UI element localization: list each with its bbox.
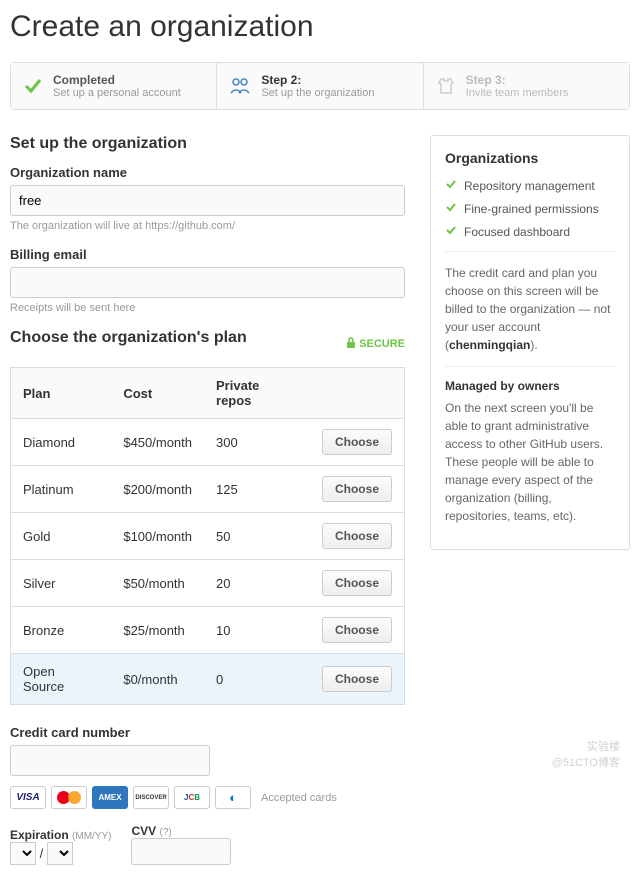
sidebar-title: Organizations — [445, 150, 615, 166]
plan-name: Silver — [11, 560, 112, 607]
organization-icon — [229, 75, 251, 97]
plan-name: Gold — [11, 513, 112, 560]
step-sub: Set up a personal account — [53, 87, 181, 99]
plan-cost: $25/month — [111, 607, 204, 654]
accepted-cards: VISA AMEX DISCOVER JCB ◐ Accepted cards — [10, 786, 405, 809]
check-icon — [445, 224, 457, 239]
discover-icon: DISCOVER — [133, 786, 169, 809]
lock-icon — [346, 337, 356, 352]
check-icon — [445, 178, 457, 193]
step-2: Step 2:Set up the organization — [217, 63, 423, 109]
col-action — [310, 368, 405, 419]
jersey-icon — [436, 76, 456, 96]
plan-repos: 50 — [204, 513, 310, 560]
secure-badge: SECURE — [346, 337, 405, 352]
plan-cost: $50/month — [111, 560, 204, 607]
col-plan: Plan — [11, 368, 112, 419]
managed-title: Managed by owners — [445, 379, 560, 393]
plan-name: Diamond — [11, 419, 112, 466]
step-title: Step 3: — [466, 73, 569, 87]
table-row: Silver$50/month20 Choose — [11, 560, 405, 607]
choose-button[interactable]: Choose — [322, 523, 392, 549]
step-sub: Set up the organization — [261, 87, 374, 99]
section-heading: Set up the organization — [10, 135, 405, 153]
check-icon — [445, 201, 457, 216]
plan-cost: $0/month — [111, 654, 204, 705]
billing-email-label: Billing email — [10, 247, 405, 262]
diners-icon: ◐ — [215, 786, 251, 809]
exp-month-select[interactable] — [10, 842, 36, 865]
organizations-sidebar: Organizations Repository management Fine-… — [430, 135, 630, 550]
step-1: CompletedSet up a personal account — [11, 63, 217, 109]
page-title: Create an organization — [10, 10, 630, 44]
col-repos: Private repos — [204, 368, 310, 419]
plan-repos: 125 — [204, 466, 310, 513]
plans-heading: Choose the organization's plan — [10, 329, 247, 347]
plan-cost: $100/month — [111, 513, 204, 560]
choose-button[interactable]: Choose — [322, 429, 392, 455]
accepted-label: Accepted cards — [261, 792, 337, 804]
table-row: Diamond$450/month300 Choose — [11, 419, 405, 466]
plan-repos: 0 — [204, 654, 310, 705]
plans-table: Plan Cost Private repos Diamond$450/mont… — [10, 367, 405, 705]
exp-year-select[interactable] — [47, 842, 73, 865]
feature-item: Fine-grained permissions — [445, 201, 615, 216]
step-3: Step 3:Invite team members — [424, 63, 629, 109]
cvv-label: CVV (?) — [131, 824, 231, 838]
table-row: Gold$100/month50 Choose — [11, 513, 405, 560]
expiration-label: Expiration (MM/YY) — [10, 828, 111, 842]
amex-icon: AMEX — [92, 786, 128, 809]
table-row: Bronze$25/month10 Choose — [11, 607, 405, 654]
managed-text: On the next screen you'll be able to gra… — [445, 399, 615, 525]
cvv-input[interactable] — [131, 838, 231, 865]
watermark: 实验楼@51CTO博客 — [552, 738, 620, 770]
step-sub: Invite team members — [466, 87, 569, 99]
feature-item: Focused dashboard — [445, 224, 615, 239]
col-cost: Cost — [111, 368, 204, 419]
plan-repos: 20 — [204, 560, 310, 607]
billing-email-input[interactable] — [10, 267, 405, 298]
choose-button[interactable]: Choose — [322, 617, 392, 643]
cc-number-label: Credit card number — [10, 725, 405, 740]
choose-button[interactable]: Choose — [322, 666, 392, 692]
plan-name: Bronze — [11, 607, 112, 654]
cc-number-input[interactable] — [10, 745, 210, 776]
visa-icon: VISA — [10, 786, 46, 809]
org-name-label: Organization name — [10, 165, 405, 180]
plan-cost: $450/month — [111, 419, 204, 466]
billing-note: The credit card and plan you choose on t… — [445, 264, 615, 354]
plan-name: Open Source — [11, 654, 112, 705]
choose-button[interactable]: Choose — [322, 570, 392, 596]
plan-repos: 300 — [204, 419, 310, 466]
plan-cost: $200/month — [111, 466, 204, 513]
plan-name: Platinum — [11, 466, 112, 513]
mastercard-icon — [51, 786, 87, 809]
table-row: Open Source$0/month0 Choose — [11, 654, 405, 705]
jcb-icon: JCB — [174, 786, 210, 809]
step-title: Step 2: — [261, 73, 374, 87]
feature-item: Repository management — [445, 178, 615, 193]
steps-nav: CompletedSet up a personal account Step … — [10, 62, 630, 110]
step-title: Completed — [53, 73, 181, 87]
org-name-input[interactable] — [10, 185, 405, 216]
org-name-hint: The organization will live at https://gi… — [10, 220, 405, 232]
check-icon — [23, 76, 43, 96]
billing-email-hint: Receipts will be sent here — [10, 302, 405, 314]
table-row: Platinum$200/month125 Choose — [11, 466, 405, 513]
plan-repos: 10 — [204, 607, 310, 654]
choose-button[interactable]: Choose — [322, 476, 392, 502]
